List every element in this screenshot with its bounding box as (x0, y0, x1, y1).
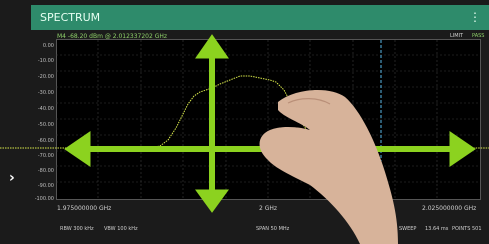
overlay-graphics (0, 34, 489, 244)
hand-icon (259, 89, 398, 244)
pan-gesture-icon (64, 34, 476, 213)
plot-grid (56, 40, 480, 198)
